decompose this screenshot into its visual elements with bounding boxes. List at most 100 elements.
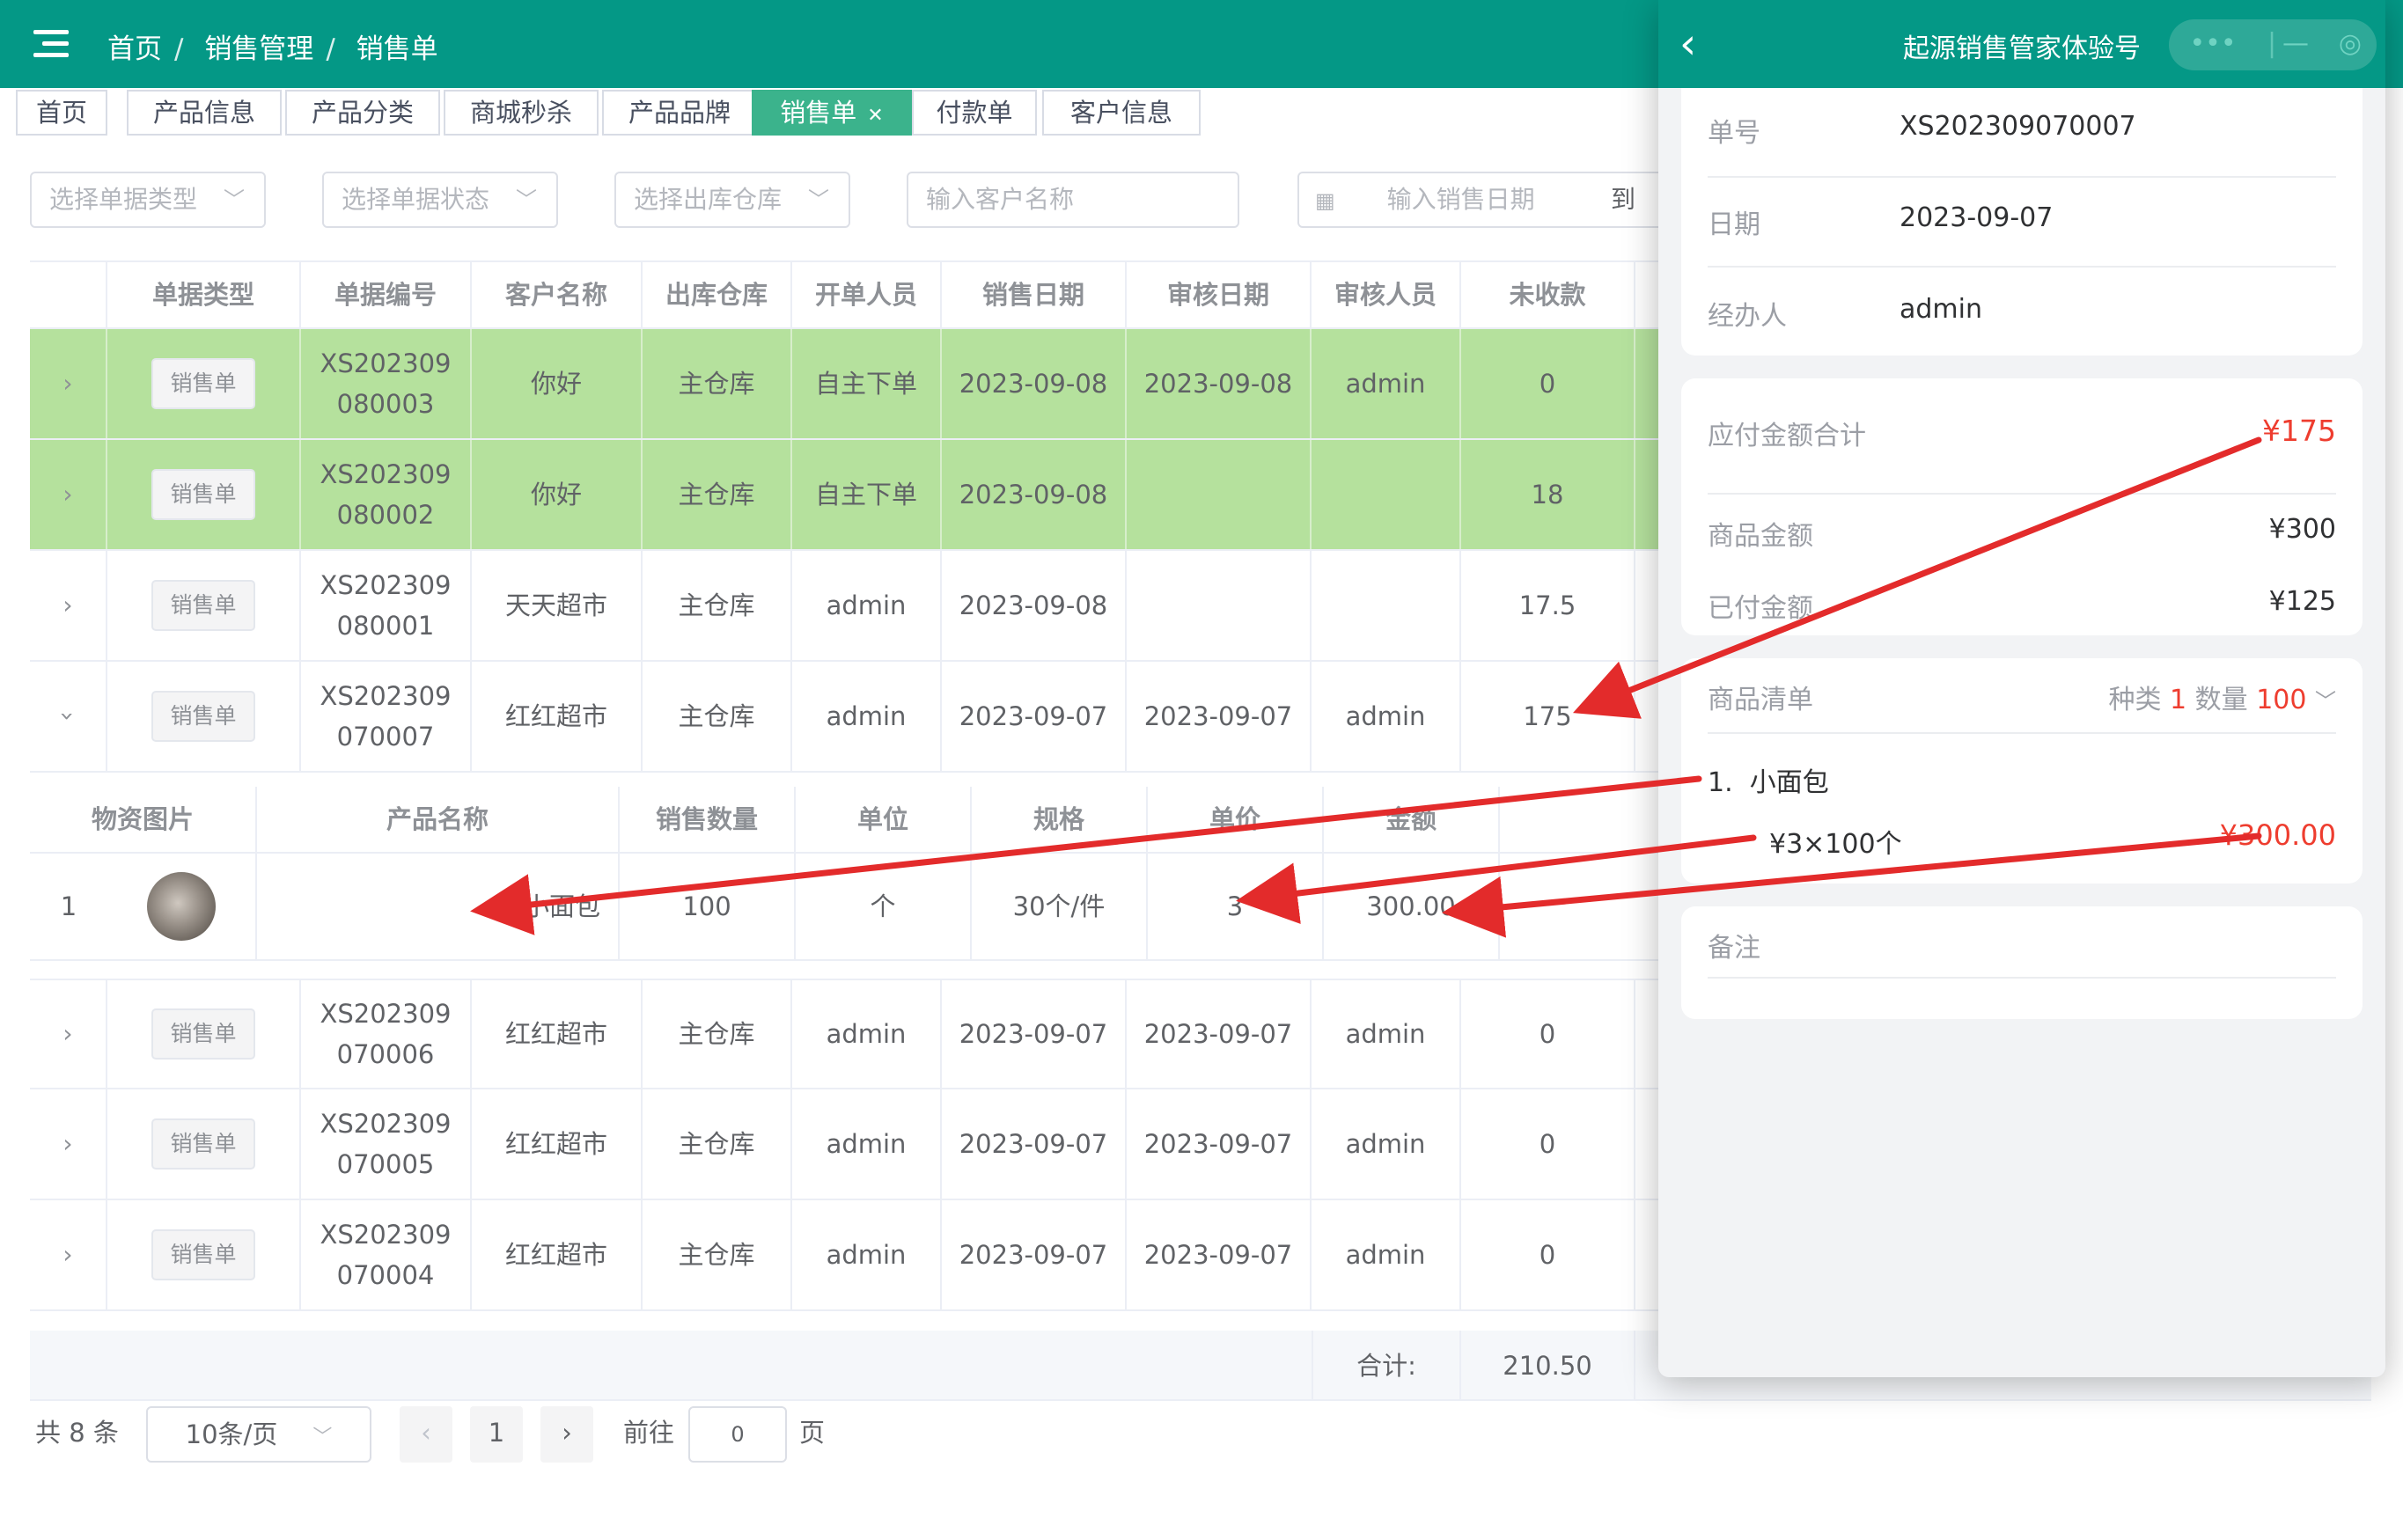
- breadcrumb-sales-mgmt[interactable]: 销售管理: [204, 33, 313, 65]
- tab-product-brand[interactable]: 产品品牌: [602, 90, 757, 136]
- goods-amount-value: ¥300: [2268, 514, 2336, 545]
- doc-type-select[interactable]: 选择单据类型 ﹀: [30, 172, 266, 228]
- auditor-cell: [1312, 551, 1461, 660]
- calendar-icon: ▦: [1315, 188, 1335, 213]
- expand-chevron-icon[interactable]: ›: [62, 1014, 72, 1054]
- col-customer: 客户名称: [472, 262, 643, 327]
- doc-no: 080003: [336, 389, 435, 419]
- goods-item-detail: ¥3×100个: [1769, 829, 1902, 860]
- paid-value: ¥125: [2268, 586, 2336, 617]
- doc-type-badge: 销售单: [151, 1229, 255, 1280]
- tab-flash-sale[interactable]: 商城秒杀: [444, 90, 599, 136]
- sale-date-cell: 2023-09-08: [942, 551, 1127, 660]
- warehouse-select[interactable]: 选择出库仓库 ﹀: [614, 172, 850, 228]
- warehouse-cell: 主仓库: [643, 551, 792, 660]
- subcol-unit: 单位: [796, 787, 972, 852]
- subcol-product-name: 产品名称: [257, 787, 620, 852]
- auditor-cell: [1312, 440, 1461, 549]
- col-doc-type: 单据类型: [107, 262, 301, 327]
- sale-date-range[interactable]: ▦ 输入销售日期 到: [1297, 172, 1667, 228]
- doc-no: 070007: [336, 722, 435, 752]
- col-audit-date: 审核日期: [1127, 262, 1312, 327]
- auditor-cell: admin: [1312, 1200, 1461, 1309]
- chevron-down-icon: ﹀: [2315, 689, 2336, 714]
- more-dots-icon[interactable]: •••: [2169, 19, 2257, 70]
- expand-chevron-icon[interactable]: ›: [62, 1235, 72, 1275]
- tab-home[interactable]: 首页: [16, 90, 107, 136]
- tab-bar: 首页 产品信息 产品分类 商城秒杀 产品品牌 销售单 ✕ 付款单 客户信息: [16, 90, 1688, 136]
- doc-no: XS202309: [320, 1109, 452, 1139]
- goods-list-label: 商品清单: [1708, 685, 1813, 715]
- warehouse-cell: 主仓库: [643, 440, 792, 549]
- doc-no: XS202309: [320, 681, 452, 711]
- goto-page-input[interactable]: 0: [688, 1406, 787, 1463]
- customer-cell: 天天超市: [472, 551, 643, 660]
- expand-chevron-icon[interactable]: ›: [62, 585, 72, 626]
- breadcrumb-home[interactable]: 首页: [107, 33, 162, 65]
- col-creator: 开单人员: [792, 262, 942, 327]
- goods-amount-label: 商品金额: [1708, 521, 1813, 552]
- creator-cell: admin: [792, 662, 942, 771]
- hamburger-menu-icon[interactable]: [33, 30, 69, 58]
- goto-label: 前往: [623, 1418, 675, 1448]
- goods-item-title: 1. 小面包: [1708, 767, 1829, 798]
- customer-name-input[interactable]: 输入客户名称: [907, 172, 1239, 228]
- doc-no: XS202309: [320, 1220, 452, 1250]
- tab-customer-info[interactable]: 客户信息: [1042, 90, 1201, 136]
- audit-date-cell: 2023-09-07: [1127, 1089, 1312, 1199]
- amount-cell: 300.00: [1324, 854, 1500, 959]
- unpaid-cell: 175: [1461, 662, 1635, 771]
- paid-label: 已付金额: [1708, 593, 1813, 624]
- expand-chevron-icon[interactable]: ›: [62, 474, 72, 515]
- tab-product-category[interactable]: 产品分类: [285, 90, 440, 136]
- doc-status-select[interactable]: 选择单据状态 ﹀: [322, 172, 558, 228]
- next-page-button[interactable]: ›: [540, 1406, 593, 1463]
- prev-page-button[interactable]: ‹: [400, 1406, 452, 1463]
- goods-list-summary[interactable]: 种类 1 数量 100 ﹀: [2108, 678, 2336, 716]
- breadcrumb-current: 销售单: [356, 33, 438, 65]
- mobile-navbar: ‹ 起源销售管家体验号 ••• | — ◎: [1658, 0, 2385, 88]
- tab-product-info[interactable]: 产品信息: [127, 90, 282, 136]
- creator-cell: admin: [792, 1089, 942, 1199]
- creator-cell: admin: [792, 980, 942, 1088]
- col-auditor: 审核人员: [1312, 262, 1461, 327]
- audit-date-cell: 2023-09-07: [1127, 980, 1312, 1088]
- unpaid-cell: 0: [1461, 1089, 1635, 1199]
- spec-cell: 30个/件: [972, 854, 1148, 959]
- doc-no: 070006: [336, 1039, 435, 1069]
- tab-payment[interactable]: 付款单: [912, 90, 1037, 136]
- subcol-spec: 规格: [972, 787, 1148, 852]
- payable-value: ¥175: [2262, 414, 2336, 448]
- handler-value: admin: [1900, 294, 1982, 325]
- audit-date-cell: [1127, 440, 1312, 549]
- unpaid-cell: 17.5: [1461, 551, 1635, 660]
- page-number[interactable]: 1: [470, 1406, 523, 1463]
- chevron-down-icon: ﹀: [516, 187, 537, 212]
- customer-cell: 红红超市: [472, 1200, 643, 1309]
- sum-value: 210.50: [1461, 1331, 1635, 1401]
- page-size-select[interactable]: 10条/页 ﹀: [146, 1406, 371, 1463]
- audit-date-cell: [1127, 551, 1312, 660]
- remark-label: 备注: [1708, 933, 1760, 964]
- minimize-icon[interactable]: —: [2267, 19, 2324, 70]
- miniprogram-capsule: ••• | — ◎: [2169, 19, 2377, 70]
- creator-cell: admin: [792, 1200, 942, 1309]
- unpaid-cell: 0: [1461, 980, 1635, 1088]
- col-doc-no: 单据编号: [301, 262, 472, 327]
- tab-sales-order[interactable]: 销售单 ✕: [752, 90, 912, 136]
- doc-type-badge: 销售单: [151, 691, 255, 742]
- doc-type-badge: 销售单: [151, 469, 255, 520]
- chevron-down-icon: ﹀: [808, 187, 829, 212]
- auditor-cell: admin: [1312, 329, 1461, 438]
- audit-date-cell: 2023-09-07: [1127, 1200, 1312, 1309]
- expand-chevron-icon[interactable]: ›: [62, 363, 72, 404]
- page-suffix: 页: [799, 1418, 826, 1448]
- warehouse-cell: 主仓库: [643, 1089, 792, 1199]
- collapse-chevron-icon[interactable]: ›: [48, 711, 88, 721]
- tab-close-icon[interactable]: ✕: [867, 105, 883, 127]
- close-circle-icon[interactable]: ◎: [2324, 19, 2377, 70]
- expand-chevron-icon[interactable]: ›: [62, 1124, 72, 1164]
- doc-no: 080002: [336, 500, 435, 530]
- col-warehouse: 出库仓库: [643, 262, 792, 327]
- creator-cell: 自主下单: [792, 329, 942, 438]
